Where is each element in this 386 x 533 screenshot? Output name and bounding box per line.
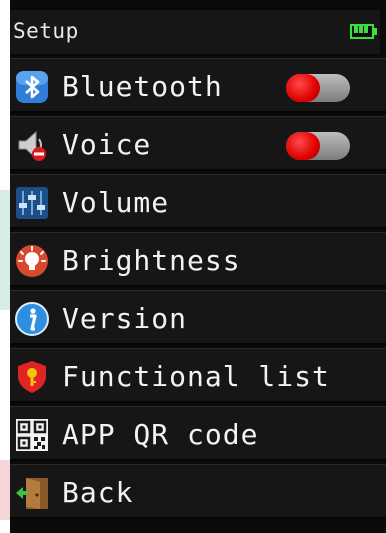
menu-item-label: Functional list: [62, 360, 330, 393]
shield-key-icon: [18, 361, 46, 393]
menu-item-bluetooth[interactable]: Bluetooth: [10, 58, 386, 113]
bluetooth-toggle[interactable]: [286, 74, 350, 102]
screen-edge-tint: [0, 190, 10, 310]
menu-item-label: Bluetooth: [62, 70, 223, 103]
menu-item-version[interactable]: Version: [10, 290, 386, 345]
menu-item-volume[interactable]: Volume: [10, 174, 386, 229]
exit-door-icon: [16, 478, 48, 509]
bluetooth-icon: [16, 71, 48, 103]
info-icon: [15, 302, 49, 336]
menu-item-voice[interactable]: Voice: [10, 116, 386, 171]
menu-item-back[interactable]: Back: [10, 464, 386, 519]
battery-icon: [350, 24, 378, 39]
menu-item-label: Version: [62, 302, 188, 335]
menu-item-brightness[interactable]: Brightness: [10, 232, 386, 287]
menu-item-label: APP QR code: [62, 418, 259, 451]
device-screen: Setup Bluetooth Voice Volume Brightness …: [0, 0, 386, 533]
menu-item-app-qr-code[interactable]: APP QR code: [10, 406, 386, 461]
speaker-muted-icon: [18, 130, 46, 161]
equalizer-icon: [16, 187, 48, 219]
menu-item-label: Brightness: [62, 244, 241, 277]
qr-code-icon: [16, 419, 48, 451]
menu-item-label: Back: [62, 476, 134, 509]
title-bar: Setup: [10, 10, 380, 54]
menu-item-label: Voice: [62, 128, 152, 161]
menu-item-label: Volume: [62, 186, 170, 219]
screen-edge-tint: [0, 460, 10, 520]
lightbulb-icon: [16, 245, 48, 277]
menu-item-functional-list[interactable]: Functional list: [10, 348, 386, 403]
voice-toggle[interactable]: [286, 132, 350, 160]
page-title: Setup: [13, 19, 79, 43]
